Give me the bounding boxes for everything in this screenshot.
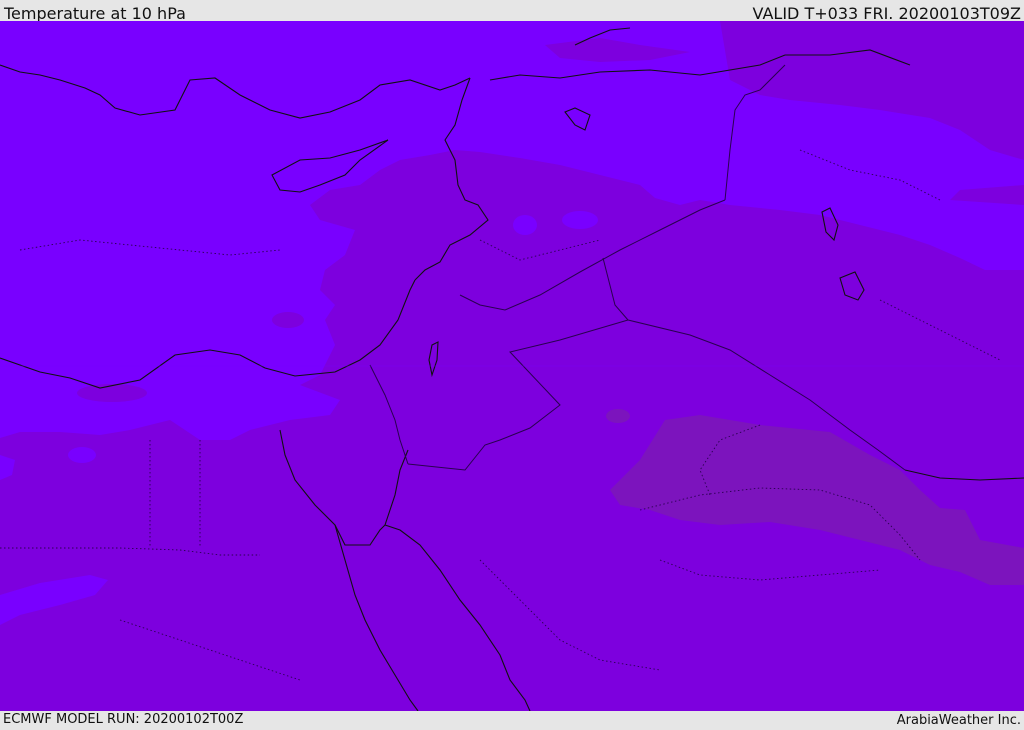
mid-cell-turkey [272,312,304,328]
cold-cell-egypt [68,447,96,463]
model-run: ECMWF MODEL RUN: 20200102T00Z [3,712,244,727]
weather-map[interactable] [0,21,1024,711]
cold-cell-iraq [562,211,598,229]
footer-bar: ECMWF MODEL RUN: 20200102T00Z ArabiaWeat… [0,711,1024,729]
header-bar: Temperature at 10 hPa VALID T+033 FRI. 2… [0,0,1024,23]
mid-cell-anatolia [77,384,147,402]
cold-cell-syria [513,215,537,235]
credit: ArabiaWeather Inc. [896,713,1021,728]
warm-cell-iraq [606,409,630,423]
